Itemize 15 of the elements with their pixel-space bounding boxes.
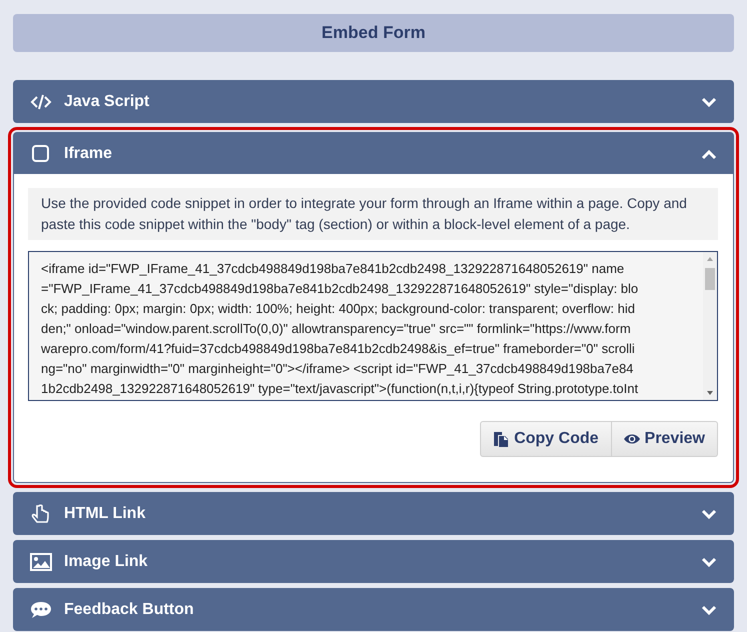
image-icon	[30, 552, 52, 572]
preview-button[interactable]: Preview	[612, 421, 718, 457]
checkbox-icon	[30, 144, 52, 164]
accordion-header[interactable]: Feedback Button	[14, 589, 733, 630]
description-text: Use the provided code snippet in order to integrate your form through an Iframe within a page. Copy and paste this code snippet within the "body" tag (section) or within a block-level element of a page.	[28, 188, 718, 240]
accordion-header[interactable]: HTML Link	[14, 493, 733, 534]
copy-icon	[493, 431, 510, 447]
code-field[interactable]: <iframe id="FWP_IFrame_41_37cdcb498849d198ba7e841b2cdb2498_132922871648052619" name ="FWP_IFrame_41_37cdcb498849d198ba7e841b2cdb2498_132922871648052619" style="display: blo ck; padding: 0px; margin: 0px; width: 100%; height: 400px; background-color: transparent; overflow: hid den;" onload="window.parent.scrollTo(0,0)" allowtransparency="true" src="" formlink="https://www.form warepro.com/form/41?fuid=37cdcb498849d198ba7e841b2cdb2498&is_ef=true" frameborder="0" scrolli ng="no" marginwidth="0" marginheight="0"></iframe> <script id="FWP_41_37cdcb498849d198ba7e84 1b2cdb2498_132922871648052619" type="text/javascript">(function(n,t,i,r){typeof String.prototype.toInt	[28, 251, 718, 401]
accordion-header[interactable]: Iframe	[14, 133, 733, 174]
copy-code-button[interactable]: Copy Code	[480, 421, 612, 457]
speech-bubble-icon	[30, 600, 52, 620]
page-title: Embed Form	[13, 14, 734, 52]
pointing-hand-icon	[30, 504, 52, 524]
accordion-header[interactable]: Java Script	[14, 81, 733, 122]
accordion-header[interactable]: Image Link	[14, 541, 733, 582]
